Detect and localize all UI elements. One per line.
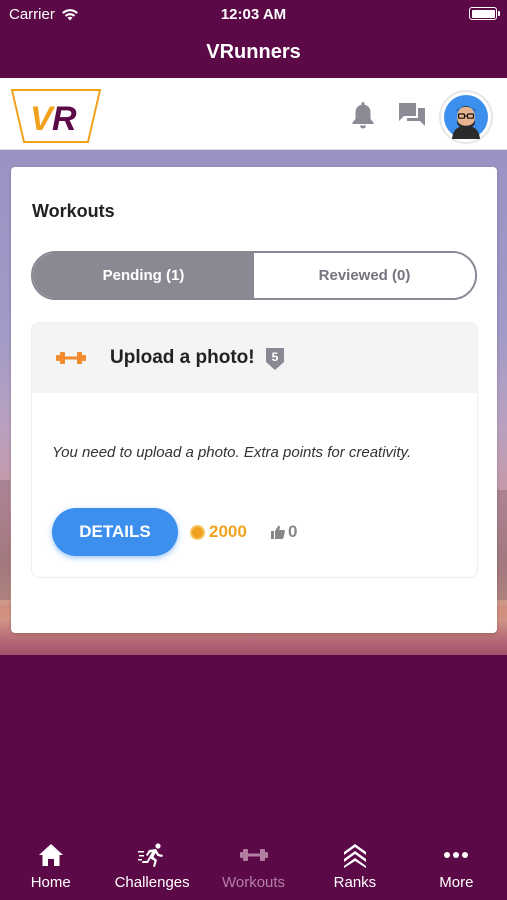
tab-workouts-label: Workouts: [221, 874, 286, 891]
more-dots-icon: [444, 852, 469, 858]
running-icon: [138, 843, 164, 867]
tab-reviewed[interactable]: Reviewed (0): [254, 253, 475, 298]
level-badge-value: 5: [271, 350, 279, 364]
tab-ranks[interactable]: Ranks: [304, 832, 405, 900]
workouts-card: Workouts Pending (1) Reviewed (0) Upload…: [11, 167, 497, 633]
status-bar: Carrier 12:03 AM: [0, 0, 507, 28]
user-avatar-icon: [444, 95, 488, 139]
likes-count[interactable]: 0: [271, 522, 297, 542]
tab-more-label: More: [439, 874, 474, 891]
tab-challenges[interactable]: Challenges: [101, 832, 202, 900]
tab-workouts[interactable]: Workouts: [203, 832, 304, 900]
chat-icon[interactable]: [397, 100, 427, 130]
app-header: V R: [0, 78, 507, 150]
tab-ranks-label: Ranks: [333, 874, 377, 891]
vrunners-logo[interactable]: V R: [10, 88, 102, 144]
tab-home[interactable]: Home: [0, 832, 101, 900]
workout-description: You need to upload a photo. Extra points…: [52, 444, 412, 461]
bell-icon[interactable]: [350, 100, 376, 130]
workouts-title: Workouts: [32, 201, 115, 221]
points-value: 2000: [209, 522, 247, 541]
dumbbell-icon: [56, 352, 86, 364]
dumbbell-icon: [239, 849, 268, 861]
battery-icon: [469, 7, 500, 20]
tab-pending[interactable]: Pending (1): [33, 253, 254, 298]
workouts-status-tabs: Pending (1) Reviewed (0): [31, 251, 477, 300]
home-icon: [38, 844, 63, 866]
tab-more[interactable]: More: [406, 832, 507, 900]
tab-home-label: Home: [30, 874, 71, 891]
level-badge: 5: [265, 347, 285, 371]
avatar[interactable]: [441, 92, 491, 142]
workout-item-header: Upload a photo! 5: [32, 323, 477, 393]
likes-value: 0: [288, 522, 298, 541]
logo-letter-r: R: [52, 100, 77, 138]
thumbs-up-icon: [271, 525, 285, 539]
workout-item[interactable]: Upload a photo! 5 You need to upload a p…: [31, 322, 478, 578]
app-title: VRunners: [0, 28, 507, 78]
tab-challenges-label: Challenges: [114, 874, 190, 891]
workout-title: Upload a photo!: [110, 347, 255, 368]
details-button[interactable]: DETAILS: [52, 508, 178, 556]
points-reward: 2000: [190, 522, 247, 542]
bottom-tab-bar: Home Challenges Workouts Ranks More: [0, 832, 507, 900]
coin-icon: [190, 524, 205, 540]
clock: 12:03 AM: [220, 6, 287, 23]
ranks-chevron-icon: [343, 844, 366, 868]
